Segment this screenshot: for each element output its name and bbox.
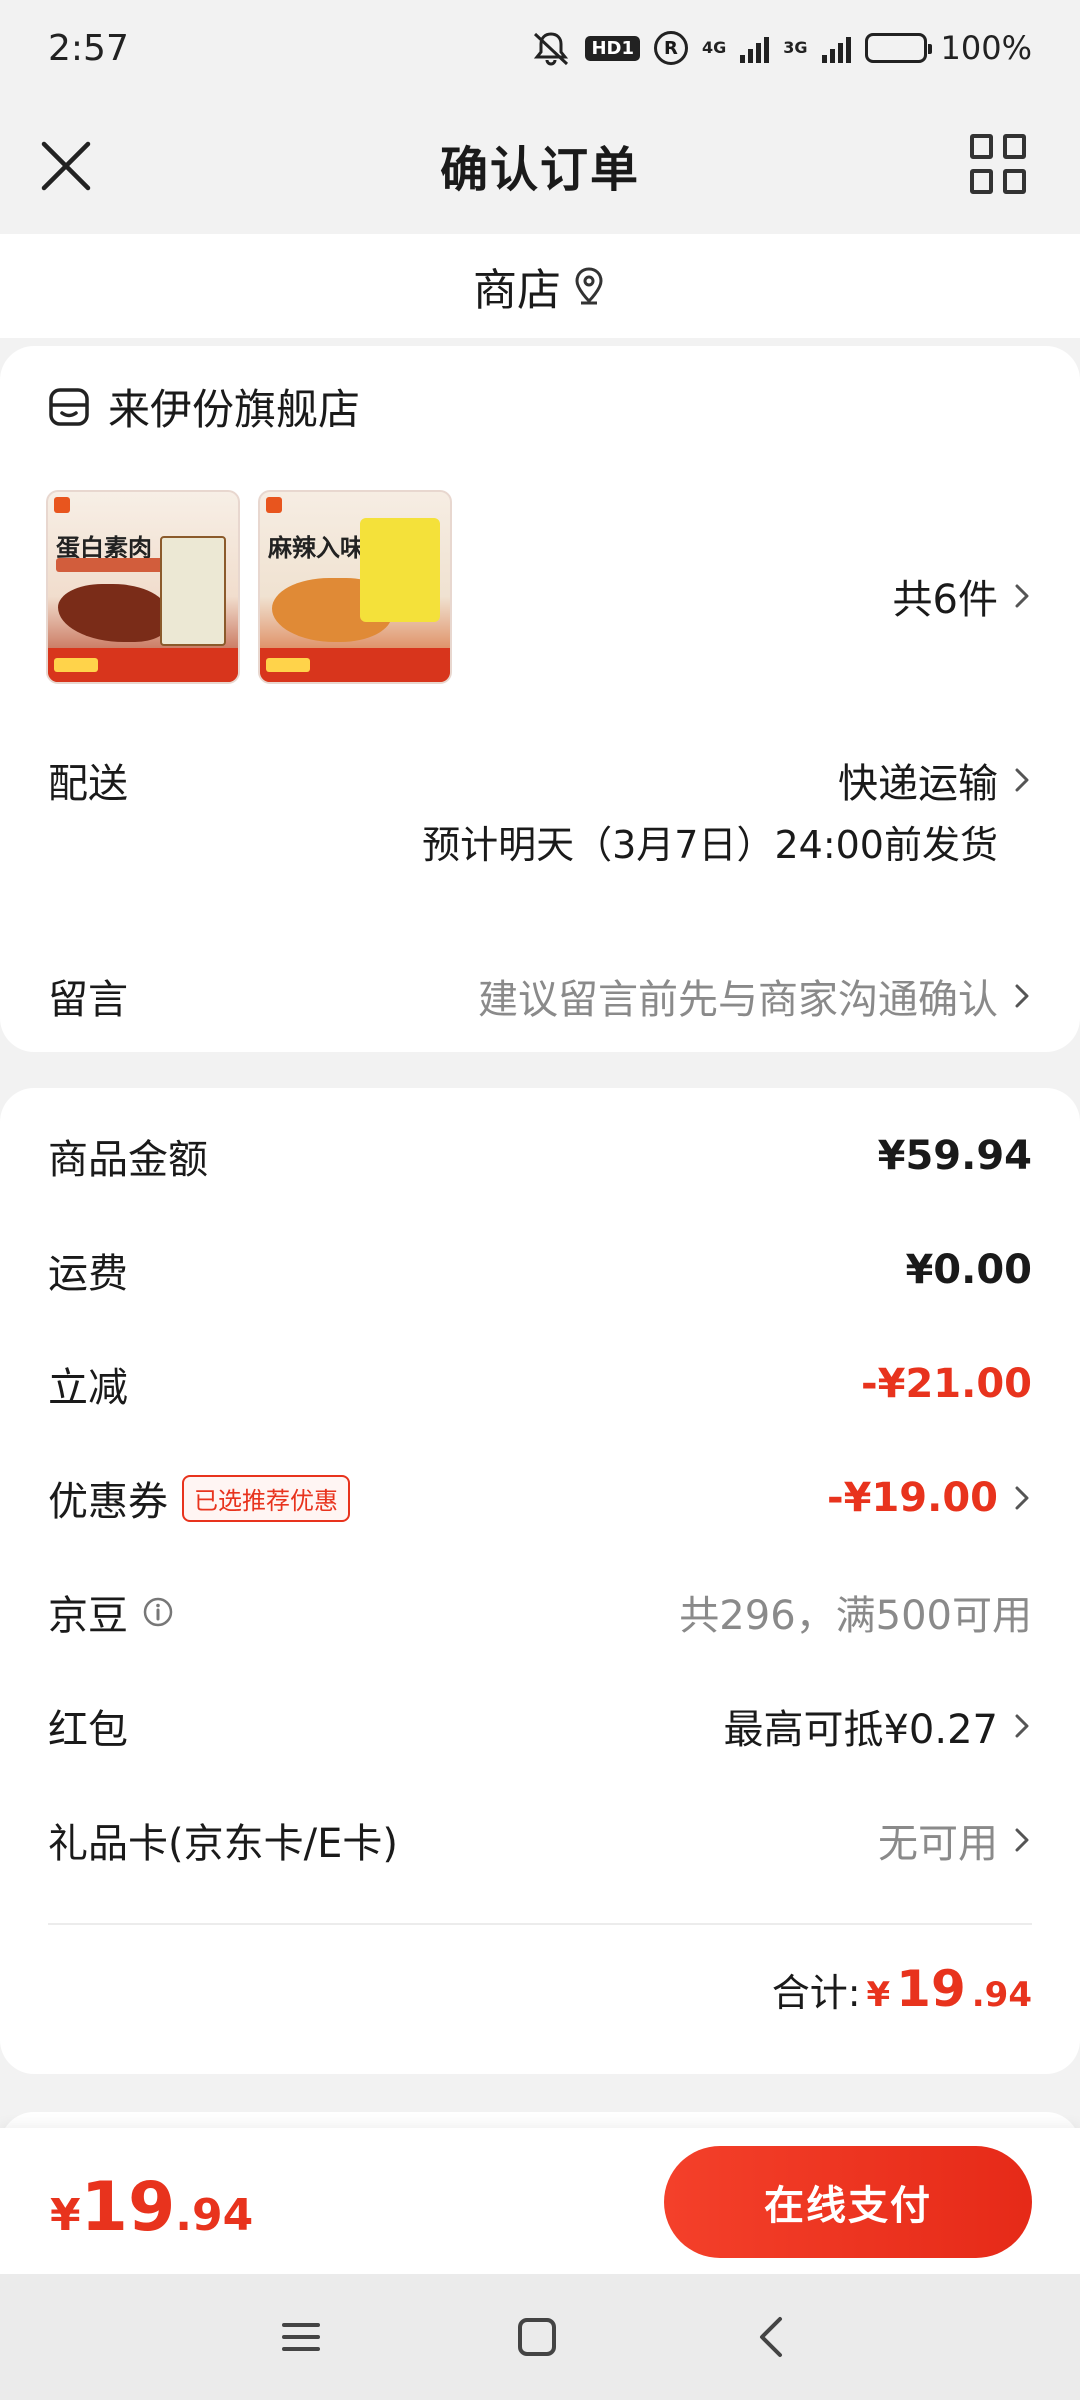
status-time: 2:57 (48, 27, 129, 69)
pay-amount-integer: 19 (80, 2168, 176, 2247)
pay-online-button[interactable]: 在线支付 (664, 2146, 1032, 2258)
pay-amount-decimal: .94 (175, 2190, 254, 2241)
chevron-right-icon (1015, 1714, 1029, 1738)
note-label: 留言 (48, 977, 128, 1023)
pay-bar: ¥ 19 .94 在线支付 (0, 2128, 1080, 2274)
product-thumbnail[interactable]: 麻辣入味 (258, 490, 452, 684)
pay-currency: ¥ (50, 2190, 81, 2241)
pay-amount: ¥ 19 .94 (50, 2168, 253, 2247)
price-card (0, 1088, 1080, 2074)
chevron-right-icon (1015, 768, 1029, 792)
subtotal-value: ¥59.94 (877, 1133, 1032, 1179)
subtotal-label: 商品金额 (48, 1137, 208, 1183)
delivery-label: 配送 (48, 761, 128, 807)
battery-icon (864, 33, 932, 63)
coupon-row[interactable]: 优惠券 已选推荐优惠 -¥19.00 (48, 1468, 1032, 1528)
discount-label: 立减 (48, 1365, 128, 1411)
shipping-value: ¥0.00 (905, 1247, 1032, 1293)
promo-banner (260, 648, 450, 682)
brand-logo (266, 497, 282, 513)
product-image (58, 584, 168, 642)
items-count: 共6件 (892, 577, 998, 623)
product-package (360, 518, 440, 622)
location-icon (575, 267, 603, 305)
items-count-link[interactable]: 共6件 (870, 566, 1032, 626)
shop-name: 来伊份旗舰店 (108, 385, 361, 434)
product-package (160, 536, 226, 646)
close-icon[interactable] (36, 136, 96, 196)
subtotal-row: 商品金额 ¥59.94 (48, 1126, 1032, 1186)
hd-icon: HD1 (585, 35, 640, 61)
promo-banner (48, 648, 238, 682)
chevron-right-icon (1015, 984, 1029, 1008)
chevron-right-icon (1015, 584, 1029, 608)
signal-icon-2 (821, 33, 851, 63)
delivery-method: 快递运输 (838, 761, 998, 807)
shop-icon (49, 387, 89, 426)
product-thumb-title: 麻辣入味 (268, 534, 364, 562)
info-icon[interactable] (142, 1596, 174, 1628)
store-selector-label: 商店 (473, 265, 561, 316)
store-selector[interactable]: 商店 (0, 234, 1080, 338)
product-thumbnail[interactable]: 蛋白素肉 (46, 490, 240, 684)
network-3g-label: 3G (783, 38, 808, 57)
mute-icon (531, 30, 571, 66)
total-amount-decimal: .94 (971, 1975, 1032, 2015)
total-amount-integer: 19 (896, 1960, 966, 2018)
back-icon[interactable] (748, 2312, 798, 2362)
divider (48, 1923, 1032, 1925)
chevron-right-icon (1015, 1486, 1029, 1510)
total-currency: ¥ (866, 1975, 891, 2015)
gift-card-label: 礼品卡(京东卡/E卡) (48, 1821, 398, 1867)
grid-menu-icon[interactable] (970, 134, 1026, 194)
signal-icon-1 (740, 33, 770, 63)
total-row: 合计: ¥ 19 .94 (772, 1960, 1032, 2018)
menu-icon[interactable] (276, 2312, 326, 2362)
discount-row: 立减 -¥21.00 (48, 1354, 1032, 1414)
status-bar: 2:57 HD1 R 4G 3G 100% (0, 0, 1080, 96)
registered-icon: R (653, 31, 688, 65)
coupon-label: 优惠券 (48, 1479, 168, 1525)
red-packet-label: 红包 (48, 1707, 128, 1753)
order-card: 来伊份旗舰店 蛋白素肉 麻辣入味 共6件 配送 快递运输 预计明天（3月7日）2… (0, 346, 1080, 1052)
battery-percent: 100% (940, 29, 1032, 67)
total-label: 合计: (771, 1971, 861, 2015)
coupon-value: -¥19.00 (827, 1475, 998, 1521)
shipping-row: 运费 ¥0.00 (48, 1240, 1032, 1300)
delivery-estimate: 预计明天（3月7日）24:00前发货 (422, 823, 998, 867)
status-icons: HD1 R 4G 3G 100% (531, 29, 1032, 67)
discount-value: -¥21.00 (861, 1361, 1032, 1407)
home-icon[interactable] (512, 2312, 562, 2362)
red-packet-row[interactable]: 红包 最高可抵¥0.27 (48, 1696, 1032, 1756)
jingdou-value: 共296，满500可用 (679, 1593, 1032, 1639)
shipping-label: 运费 (48, 1251, 128, 1297)
system-nav-bar (0, 2274, 1080, 2400)
network-4g-label: 4G (701, 38, 727, 57)
gift-card-value: 无可用 (878, 1821, 998, 1867)
jingdou-row: 京豆 共296，满500可用 (48, 1582, 1032, 1642)
coupon-tag: 已选推荐优惠 (182, 1474, 350, 1522)
page-title: 确认订单 (439, 142, 640, 198)
jingdou-label: 京豆 (48, 1593, 128, 1639)
screen: 2:57 HD1 R 4G 3G 100% 确认订单 商店 来伊份旗舰店 蛋白素… (0, 0, 1080, 2400)
nav-bar: 确认订单 (0, 96, 1080, 234)
red-packet-value: 最高可抵¥0.27 (723, 1707, 998, 1753)
delivery-row[interactable]: 配送 快递运输 (48, 750, 1032, 810)
gift-card-row[interactable]: 礼品卡(京东卡/E卡) 无可用 (48, 1810, 1032, 1870)
chevron-right-icon (1015, 1828, 1029, 1852)
shop-header[interactable]: 来伊份旗舰店 (48, 376, 360, 437)
note-placeholder: 建议留言前先与商家沟通确认 (478, 977, 998, 1023)
note-row[interactable]: 留言 建议留言前先与商家沟通确认 (48, 966, 1032, 1026)
brand-logo (54, 497, 70, 513)
